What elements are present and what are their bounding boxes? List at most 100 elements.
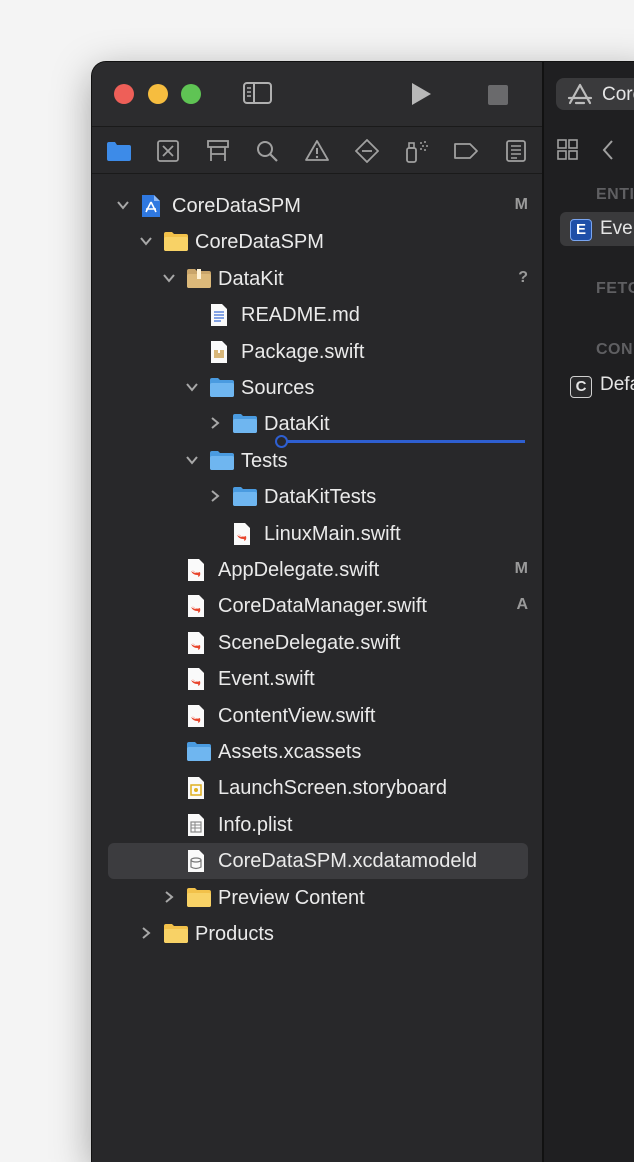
- tree-row[interactable]: CoreDataSPM M: [92, 188, 542, 224]
- folder-icon: [186, 886, 211, 908]
- tree-row-label: ContentView.swift: [218, 704, 376, 727]
- scheme-label: Core: [602, 84, 634, 105]
- sidebar-toggle-button[interactable]: [242, 80, 274, 111]
- editor-pane: Core ENTI E Eve FETC CON C Defa: [544, 62, 634, 1162]
- chevron-right-icon[interactable]: [208, 416, 222, 430]
- tree-row[interactable]: CoreDataSPM: [92, 224, 542, 260]
- chevron-down-icon[interactable]: [162, 271, 176, 285]
- tree-row-label: AppDelegate.swift: [218, 559, 380, 581]
- chevron-right-icon[interactable]: [139, 926, 153, 940]
- tree-row-label: Event.swift: [218, 668, 315, 691]
- stop-button[interactable]: [487, 84, 509, 111]
- entities-section-header: ENTI: [596, 186, 634, 203]
- test-diamond-icon: [354, 138, 380, 164]
- tree-row-label: Sources: [241, 377, 315, 399]
- tree-row-label: Assets.xcassets: [218, 741, 362, 763]
- tree-row-label: Preview Content: [218, 886, 365, 909]
- run-button[interactable]: [408, 80, 434, 113]
- tree-row[interactable]: LinuxMain.swift: [92, 516, 542, 552]
- zoom-button[interactable]: [181, 84, 201, 104]
- tab-issue-navigator[interactable]: [305, 139, 329, 163]
- tree-row[interactable]: LaunchScreen.storyboard: [92, 770, 542, 806]
- tree-row[interactable]: README.md: [92, 297, 542, 333]
- tab-debug-navigator[interactable]: [404, 139, 428, 163]
- storyboard-icon: [186, 776, 208, 800]
- tree-row[interactable]: DataKit: [92, 406, 542, 442]
- spray-icon: [406, 141, 428, 163]
- folder-icon: [209, 376, 234, 398]
- scheme-selector[interactable]: Core: [556, 78, 634, 110]
- configuration-badge: C: [570, 376, 592, 398]
- tree-row[interactable]: AppDelegate.swift M: [92, 552, 542, 588]
- plist-icon: [186, 813, 208, 836]
- chevron-right-icon[interactable]: [208, 489, 222, 503]
- project-icon: [140, 194, 162, 217]
- related-items-button[interactable]: [556, 138, 580, 167]
- sidebar-toggle-icon: [243, 82, 272, 104]
- tree-row[interactable]: DataKit?: [92, 261, 542, 297]
- configurations-section-header: CON: [596, 341, 634, 358]
- tab-breakpoint-navigator[interactable]: [453, 139, 478, 163]
- back-button[interactable]: [600, 138, 616, 167]
- swift-file-icon: [186, 667, 208, 691]
- tree-row-label: SceneDelegate.swift: [218, 631, 401, 654]
- chevron-left-icon: [602, 140, 613, 160]
- search-icon: [257, 141, 278, 162]
- tree-row-label: CoreDataSPM.xcdatamodeld: [218, 850, 478, 873]
- tree-row-label: DataKit: [264, 413, 330, 436]
- tab-project-navigator[interactable]: [106, 139, 131, 163]
- tab-symbol-navigator[interactable]: [205, 139, 229, 163]
- folder-icon: [232, 412, 257, 434]
- source-control-icon: [157, 140, 179, 162]
- chevron-down-icon[interactable]: [139, 234, 153, 248]
- configuration-item[interactable]: C Defa: [570, 374, 634, 402]
- tab-test-navigator[interactable]: [354, 138, 380, 164]
- tree-row[interactable]: DataKitTests: [92, 479, 542, 515]
- tree-row[interactable]: CoreDataSPM.xcdatamodeld: [92, 843, 542, 880]
- tree-row-label: CoreDataSPM: [195, 231, 324, 254]
- tree-row[interactable]: Tests: [92, 443, 542, 479]
- chevron-down-icon[interactable]: [185, 453, 199, 467]
- tree-row-label: LinuxMain.swift: [264, 522, 401, 545]
- tab-source-control-navigator[interactable]: [156, 139, 180, 163]
- minimize-button[interactable]: [148, 84, 168, 104]
- tree-row[interactable]: Products: [92, 916, 542, 952]
- chevron-down-icon[interactable]: [116, 198, 130, 212]
- scm-status-badge: A: [516, 596, 528, 614]
- tree-row[interactable]: Sources: [92, 370, 542, 406]
- tree-row[interactable]: Preview Content: [92, 880, 542, 916]
- tab-find-navigator[interactable]: [255, 139, 279, 163]
- warning-icon: [305, 140, 329, 161]
- breakpoint-icon: [454, 143, 478, 159]
- entity-item[interactable]: E Eve: [560, 212, 634, 246]
- tree-row[interactable]: Event.swift: [92, 661, 542, 697]
- data-model-icon: [186, 849, 208, 873]
- chevron-right-icon[interactable]: [162, 890, 176, 904]
- drop-indicator-line: [279, 440, 525, 443]
- swift-file-icon: [186, 594, 208, 618]
- tree-row[interactable]: Package.swift: [92, 334, 542, 370]
- folder-icon: [232, 485, 257, 507]
- tree-row-label: CoreDataSPM: [172, 195, 301, 217]
- tree-row[interactable]: CoreDataManager.swift A: [92, 588, 542, 624]
- tree-row[interactable]: SceneDelegate.swift: [92, 625, 542, 661]
- tree-row-label: CoreDataManager.swift: [218, 595, 427, 618]
- chevron-down-icon[interactable]: [185, 380, 199, 394]
- tree-row[interactable]: Info.plist: [92, 807, 542, 843]
- entity-badge: E: [570, 219, 592, 241]
- tree-row-label: DataKitTests: [264, 486, 377, 509]
- fetch-requests-section-header: FETC: [596, 280, 634, 297]
- document-icon: [209, 303, 231, 327]
- swift-file-icon: [186, 631, 208, 654]
- close-button[interactable]: [114, 84, 134, 104]
- scm-status-badge: ?: [518, 268, 528, 286]
- tree-row-label: Package.swift: [241, 340, 365, 363]
- tab-report-navigator[interactable]: [504, 139, 528, 163]
- scm-status-badge: M: [514, 560, 528, 577]
- tree-row[interactable]: ContentView.swift: [92, 698, 542, 734]
- package-icon: [186, 267, 211, 289]
- tree-row-label: LaunchScreen.storyboard: [218, 777, 448, 800]
- tree-row[interactable]: Assets.xcassets: [92, 734, 542, 770]
- app-store-icon: [567, 83, 593, 105]
- swift-file-icon: [232, 522, 254, 545]
